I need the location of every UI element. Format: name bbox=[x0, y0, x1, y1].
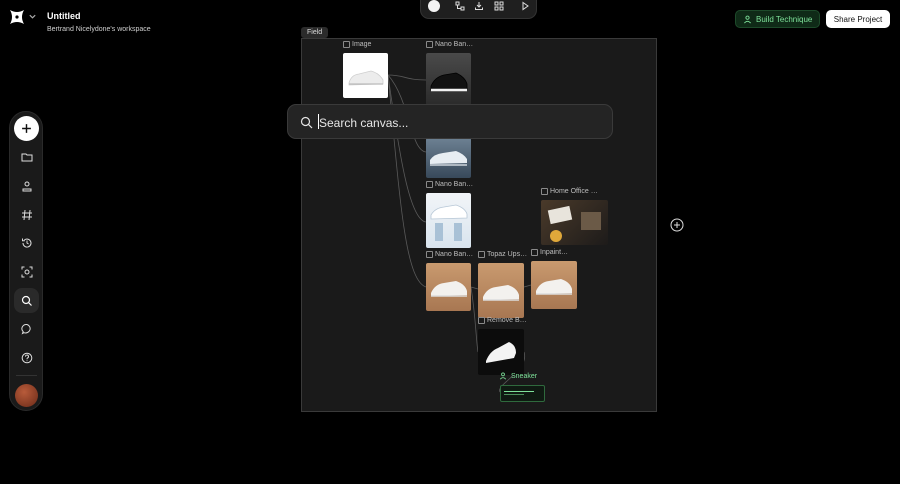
node-label: Inpaint… bbox=[531, 249, 568, 256]
chat-button[interactable] bbox=[14, 316, 39, 341]
chat-icon bbox=[20, 323, 31, 335]
output-label: Sneaker bbox=[499, 372, 537, 380]
search-canvas-input[interactable] bbox=[319, 113, 599, 132]
search-icon bbox=[21, 295, 32, 306]
image-node-icon bbox=[478, 317, 485, 324]
nodes-icon[interactable] bbox=[455, 1, 465, 11]
node-label: Home Office … bbox=[541, 188, 598, 195]
output-node-line bbox=[504, 391, 534, 392]
history-button[interactable] bbox=[14, 230, 39, 255]
search-icon bbox=[300, 116, 313, 129]
search-canvas-overlay bbox=[287, 104, 613, 139]
circle-icon[interactable] bbox=[428, 0, 440, 12]
image-node-icon bbox=[426, 181, 433, 188]
image-thumbnail[interactable] bbox=[426, 263, 471, 311]
image-node-icon bbox=[343, 41, 350, 48]
user-upload-icon bbox=[22, 181, 31, 191]
build-technique-button[interactable]: Build Technique bbox=[735, 10, 820, 28]
image-thumbnail[interactable] bbox=[426, 193, 471, 248]
app-root: Untitled Bertrand Nicelydone's workspace bbox=[0, 0, 900, 484]
top-toolbar bbox=[420, 0, 537, 19]
user-upload-icon bbox=[499, 372, 507, 380]
add-node-icon[interactable] bbox=[670, 218, 684, 232]
image-thumbnail[interactable] bbox=[478, 329, 524, 375]
node-label: Topaz Ups… bbox=[478, 251, 527, 258]
avatar[interactable] bbox=[15, 384, 38, 407]
play-icon[interactable] bbox=[520, 1, 530, 11]
history-icon bbox=[21, 238, 31, 248]
sneaker-image bbox=[483, 285, 519, 301]
office-image bbox=[547, 205, 601, 242]
image-node-icon bbox=[478, 251, 485, 258]
node-label: Image bbox=[343, 41, 371, 48]
hash-icon bbox=[21, 209, 32, 220]
build-technique-label: Build Technique bbox=[756, 14, 813, 24]
image-node-icon bbox=[541, 188, 548, 195]
help-icon bbox=[21, 352, 32, 363]
image-thumbnail[interactable] bbox=[531, 261, 577, 309]
sneaker-image bbox=[348, 70, 384, 86]
image-node-icon bbox=[426, 41, 433, 48]
node-label: Remove B… bbox=[478, 317, 527, 324]
chevron-down-icon[interactable] bbox=[28, 12, 37, 21]
workspace-name: Bertrand Nicelydone's workspace bbox=[47, 26, 151, 33]
output-node-line bbox=[504, 394, 524, 395]
node-label: Nano Ban… bbox=[426, 41, 473, 48]
help-button[interactable] bbox=[14, 345, 39, 370]
field-tag: Field bbox=[301, 27, 329, 38]
grid-icon[interactable] bbox=[494, 1, 504, 11]
folder-icon bbox=[21, 153, 32, 161]
sneaker-image bbox=[486, 342, 516, 363]
sidebar-divider bbox=[16, 375, 37, 376]
image-thumbnail[interactable] bbox=[478, 263, 524, 318]
sneaker-image bbox=[431, 281, 467, 297]
assets-button[interactable] bbox=[14, 173, 39, 198]
search-button[interactable] bbox=[14, 288, 39, 313]
files-button[interactable] bbox=[14, 144, 39, 169]
left-sidebar bbox=[9, 111, 43, 411]
sneaker-image bbox=[536, 279, 572, 295]
text-caret bbox=[318, 114, 319, 129]
image-thumbnail[interactable] bbox=[426, 138, 471, 178]
plus-icon bbox=[22, 124, 31, 133]
node-label: Nano Ban… bbox=[426, 181, 473, 188]
share-project-button[interactable]: Share Project bbox=[826, 10, 890, 28]
image-node-icon bbox=[531, 249, 538, 256]
sneaker-image bbox=[430, 151, 467, 166]
upload-user-icon bbox=[744, 15, 751, 23]
sneaker-image bbox=[430, 72, 468, 92]
scan-icon bbox=[21, 266, 32, 277]
output-node[interactable] bbox=[500, 385, 545, 402]
image-thumbnail[interactable] bbox=[541, 200, 608, 245]
project-title[interactable]: Untitled bbox=[47, 11, 81, 21]
image-thumbnail[interactable] bbox=[426, 53, 471, 105]
image-node-icon bbox=[426, 251, 433, 258]
sneaker-image bbox=[430, 204, 468, 241]
add-button[interactable] bbox=[14, 116, 39, 141]
image-thumbnail[interactable] bbox=[343, 53, 388, 98]
app-logo-icon[interactable] bbox=[9, 9, 25, 25]
hash-button[interactable] bbox=[14, 202, 39, 227]
node-label: Nano Ban… bbox=[426, 251, 473, 258]
download-icon[interactable] bbox=[474, 1, 484, 11]
scan-button[interactable] bbox=[14, 259, 39, 284]
